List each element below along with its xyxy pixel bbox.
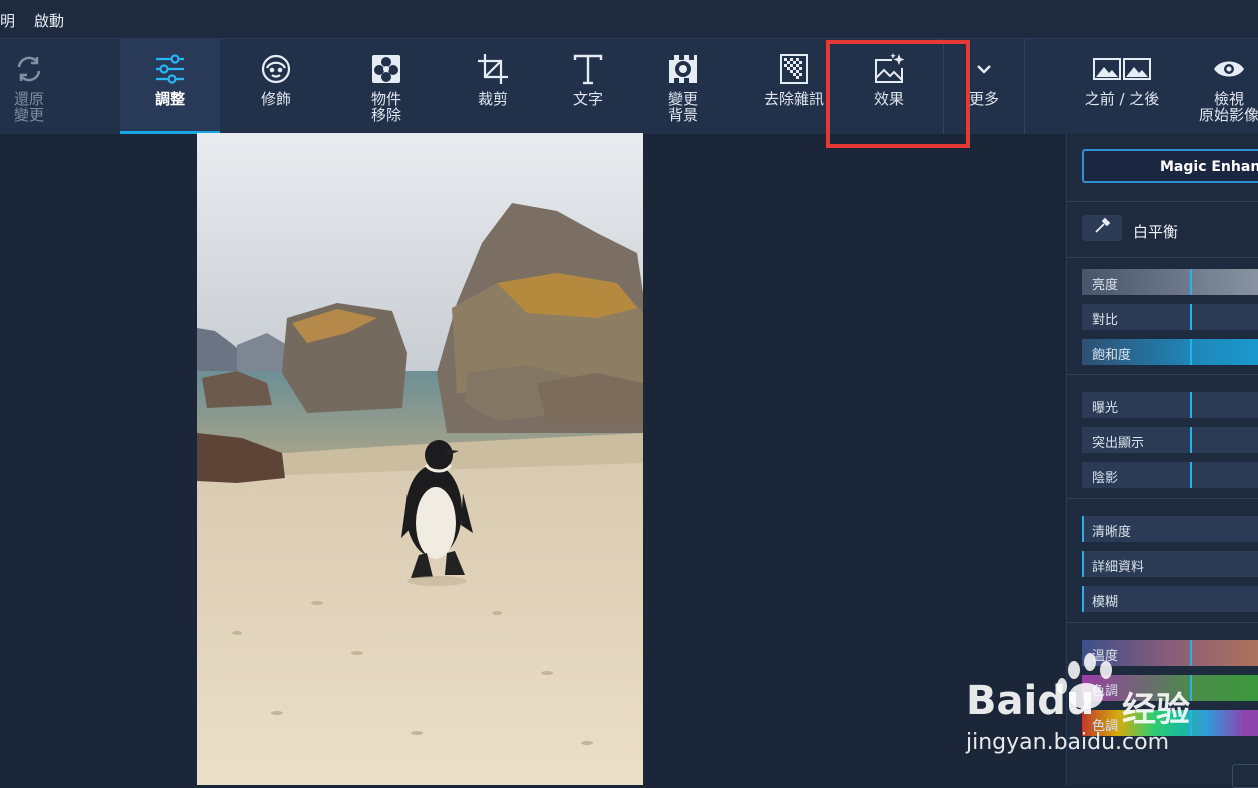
change-background-label: 變更 背景 [667,90,698,124]
slider-handle[interactable] [1190,427,1192,453]
slider-handle[interactable] [1082,516,1084,542]
penguin-beach-photo [197,133,643,785]
slider-handle[interactable] [1190,304,1192,330]
panel-divider [1067,257,1258,258]
panel-divider [1067,498,1258,499]
slider-label: 飽和度 [1092,348,1132,363]
object-removal-icon [368,51,404,87]
undo-icon [11,51,47,87]
slider-handle[interactable] [1190,462,1192,488]
slider-label: 突出顯示 [1092,436,1145,451]
panel-divider [1067,201,1258,202]
panel-divider [1067,622,1258,623]
tab-denoise[interactable]: 去除雜訊 [752,39,836,134]
panel-divider [1067,374,1258,375]
slider-label: 清晰度 [1092,525,1132,540]
chevron-down-icon [966,51,1002,87]
effects-sparkle-image-icon [871,51,907,87]
watermark-url: jingyan.baidu.com [966,730,1170,755]
adjust-label: 調整 [154,90,185,108]
slider-handle[interactable] [1190,392,1192,418]
crop-icon [475,51,511,87]
face-icon [258,51,294,87]
slider-8[interactable]: 詳細資料 [1082,551,1258,577]
object-removal-label: 物件 移除 [370,90,401,124]
baidu-watermark: Baidu 经验 jingyan.baidu.com [962,648,1222,758]
white-balance-label: 白平衡 [1133,223,1179,241]
slider-label: 曝光 [1092,401,1119,416]
slider-1[interactable]: 亮度 [1082,269,1258,295]
slider-5[interactable]: 突出顯示 [1082,427,1258,453]
effects-label: 效果 [873,90,904,108]
change-background-icon [665,51,701,87]
menu-item-help[interactable]: 明 [0,10,15,31]
before-after-button[interactable]: 之前 / 之後 [1074,39,1170,134]
slider-handle[interactable] [1082,551,1084,577]
slider-label: 對比 [1092,313,1119,328]
tab-crop[interactable]: 裁剪 [452,39,534,134]
slider-label: 陰影 [1092,471,1119,486]
denoise-label: 去除雜訊 [763,90,824,108]
retouch-label: 修飾 [260,90,291,108]
text-icon [570,51,606,87]
white-balance-picker-button[interactable] [1082,215,1122,241]
denoise-icon [776,51,812,87]
tab-adjust[interactable]: 調整 [120,39,220,134]
main-toolbar: 還原 變更 調整 修飾 物件 移除 裁剪 文字 變更 背景 去除雜訊 效果 更多… [0,38,1258,134]
watermark-brand: Baidu [966,678,1095,724]
crop-label: 裁剪 [477,90,508,108]
menu-item-activate[interactable]: 啟動 [34,10,64,31]
tab-text[interactable]: 文字 [548,39,628,134]
sliders-icon [152,51,188,87]
before-after-icon [1092,51,1152,87]
view-original-label: 檢視 原始影像 [1198,90,1258,124]
magic-enhance-button[interactable]: Magic Enhance [1082,149,1258,183]
eye-icon [1211,51,1247,87]
tab-effects[interactable]: 效果 [836,39,942,134]
panel-corner-button[interactable] [1232,764,1258,788]
undo-changes-button[interactable]: 還原 變更 [0,39,58,134]
text-label: 文字 [572,90,603,108]
slider-7[interactable]: 清晰度 [1082,516,1258,542]
slider-3[interactable]: 飽和度 [1082,339,1258,365]
tab-object-removal[interactable]: 物件 移除 [344,39,428,134]
slider-handle[interactable] [1082,586,1084,612]
slider-handle[interactable] [1190,269,1192,295]
slider-6[interactable]: 陰影 [1082,462,1258,488]
before-after-label: 之前 / 之後 [1084,90,1160,108]
view-original-button[interactable]: 檢視 原始影像 [1192,39,1258,134]
tab-retouch[interactable]: 修飾 [232,39,320,134]
photo-canvas[interactable] [197,133,643,785]
watermark-cn: 经验 [1122,690,1190,730]
slider-handle[interactable] [1190,339,1192,365]
eyedropper-icon [1093,217,1111,239]
more-label: 更多 [968,90,999,108]
menu-bar: 明 啟動 [0,0,1258,38]
tab-change-background[interactable]: 變更 背景 [642,39,724,134]
undo-label: 還原 變更 [13,90,44,124]
slider-label: 模糊 [1092,595,1119,610]
toolbar-separator [1024,39,1025,134]
slider-label: 詳細資料 [1092,560,1145,575]
slider-9[interactable]: 模糊 [1082,586,1258,612]
slider-4[interactable]: 曝光 [1082,392,1258,418]
slider-label: 亮度 [1092,278,1119,293]
more-button[interactable]: 更多 [944,39,1024,134]
slider-2[interactable]: 對比 [1082,304,1258,330]
